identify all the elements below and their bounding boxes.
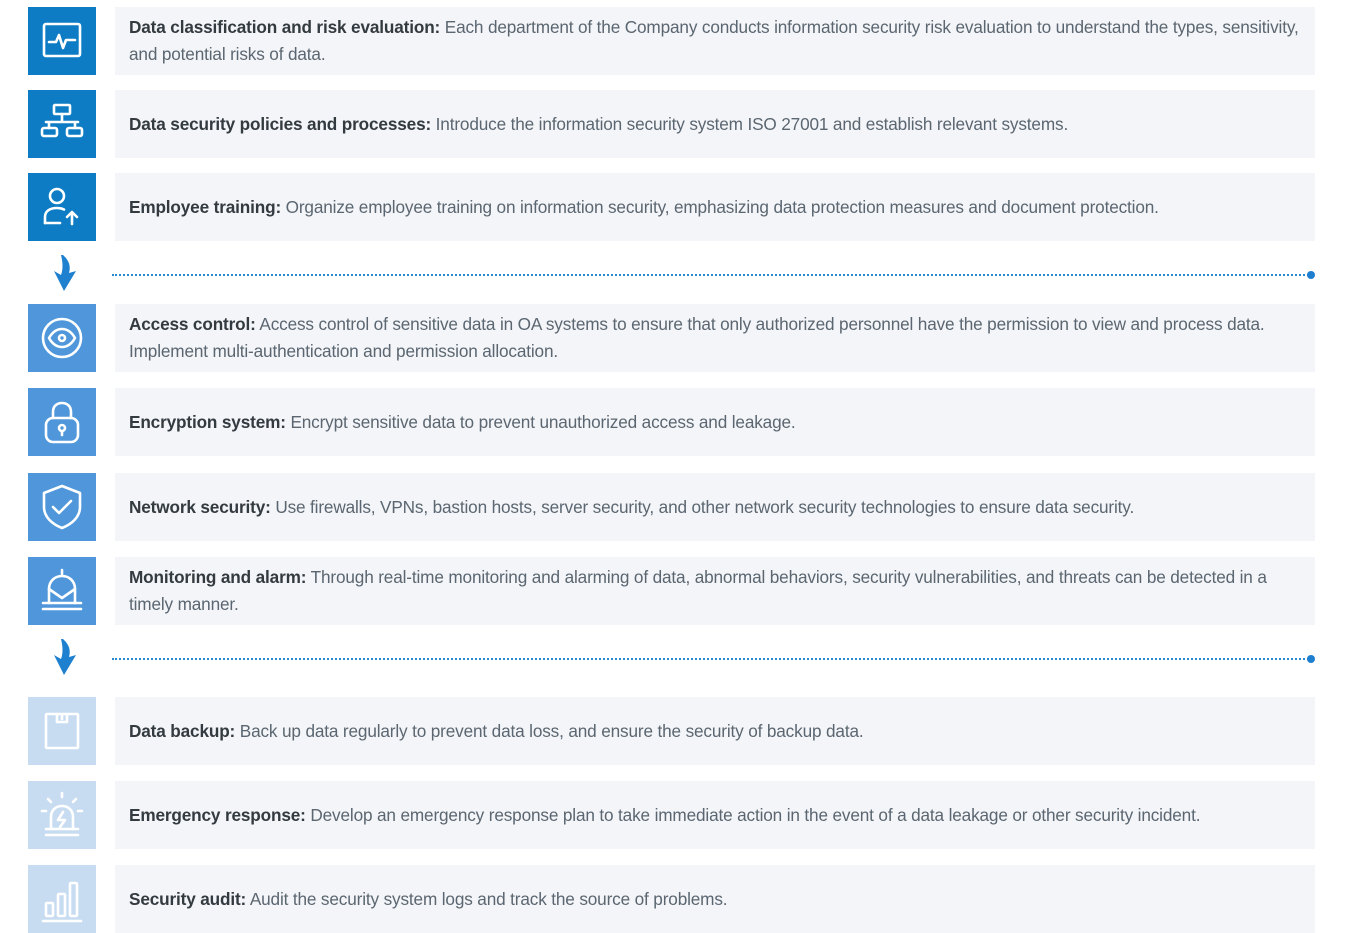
step-desc: Access control of sensitive data in OA s… [129, 314, 1265, 361]
bar-chart-icon [28, 865, 96, 933]
step-desc: Organize employee training on informatio… [281, 196, 1159, 217]
step-card: Monitoring and alarm: Through real-time … [115, 557, 1315, 625]
step-desc: Introduce the information security syste… [431, 113, 1069, 134]
step-card: Access control: Access control of sensit… [115, 304, 1315, 372]
step-text: Access control: Access control of sensit… [129, 311, 1301, 365]
step-card: Data classification and risk evaluation:… [115, 7, 1315, 75]
step-desc: Audit the security system logs and track… [246, 888, 728, 909]
step-desc: Back up data regularly to prevent data l… [235, 720, 864, 741]
dotted-line [112, 274, 1309, 276]
stage-divider [28, 253, 1315, 293]
step-title: Security audit: [129, 888, 247, 909]
emergency-siren-icon [28, 781, 96, 849]
eye-icon [28, 304, 96, 372]
step-title: Network security: [129, 496, 271, 517]
step-text: Employee training: Organize employee tra… [129, 194, 1159, 221]
step-card: Encryption system: Encrypt sensitive dat… [115, 388, 1315, 456]
step-title: Data security policies and processes: [129, 113, 432, 134]
down-arrow-icon [48, 253, 80, 293]
user-upgrade-icon [28, 173, 96, 241]
floppy-disk-icon [28, 697, 96, 765]
step-card: Data backup: Back up data regularly to p… [115, 697, 1315, 765]
step-card: Security audit: Audit the security syste… [115, 865, 1315, 933]
step-text: Security audit: Audit the security syste… [129, 886, 728, 913]
padlock-icon [28, 388, 96, 456]
pulse-monitor-icon [28, 7, 96, 75]
step-desc: Develop an emergency response plan to ta… [305, 804, 1201, 825]
step-text: Network security: Use firewalls, VPNs, b… [129, 494, 1134, 521]
divider-endpoint [1307, 271, 1315, 279]
step-card: Employee training: Organize employee tra… [115, 173, 1315, 241]
step-text: Data security policies and processes: In… [129, 111, 1068, 138]
hierarchy-icon [28, 90, 96, 158]
step-title: Data backup: [129, 720, 236, 741]
divider-endpoint [1307, 655, 1315, 663]
step-desc: Encrypt sensitive data to prevent unauth… [285, 411, 796, 432]
step-text: Emergency response: Develop an emergency… [129, 802, 1200, 829]
step-title: Employee training: [129, 196, 282, 217]
step-title: Data classification and risk evaluation: [129, 17, 441, 37]
step-desc: Use firewalls, VPNs, bastion hosts, serv… [270, 496, 1135, 517]
step-card: Emergency response: Develop an emergency… [115, 781, 1315, 849]
shield-check-icon [28, 473, 96, 541]
step-title: Encryption system: [129, 411, 286, 432]
step-text: Data backup: Back up data regularly to p… [129, 718, 864, 745]
stage-divider [28, 637, 1315, 677]
step-title: Emergency response: [129, 804, 306, 825]
step-card: Network security: Use firewalls, VPNs, b… [115, 473, 1315, 541]
down-arrow-icon [48, 637, 80, 677]
dotted-line [112, 658, 1309, 660]
step-text: Monitoring and alarm: Through real-time … [129, 564, 1301, 618]
step-card: Data security policies and processes: In… [115, 90, 1315, 158]
step-title: Monitoring and alarm: [129, 567, 307, 587]
step-text: Data classification and risk evaluation:… [129, 14, 1301, 68]
alarm-light-icon [28, 557, 96, 625]
step-title: Access control: [129, 314, 256, 334]
step-text: Encryption system: Encrypt sensitive dat… [129, 409, 796, 436]
